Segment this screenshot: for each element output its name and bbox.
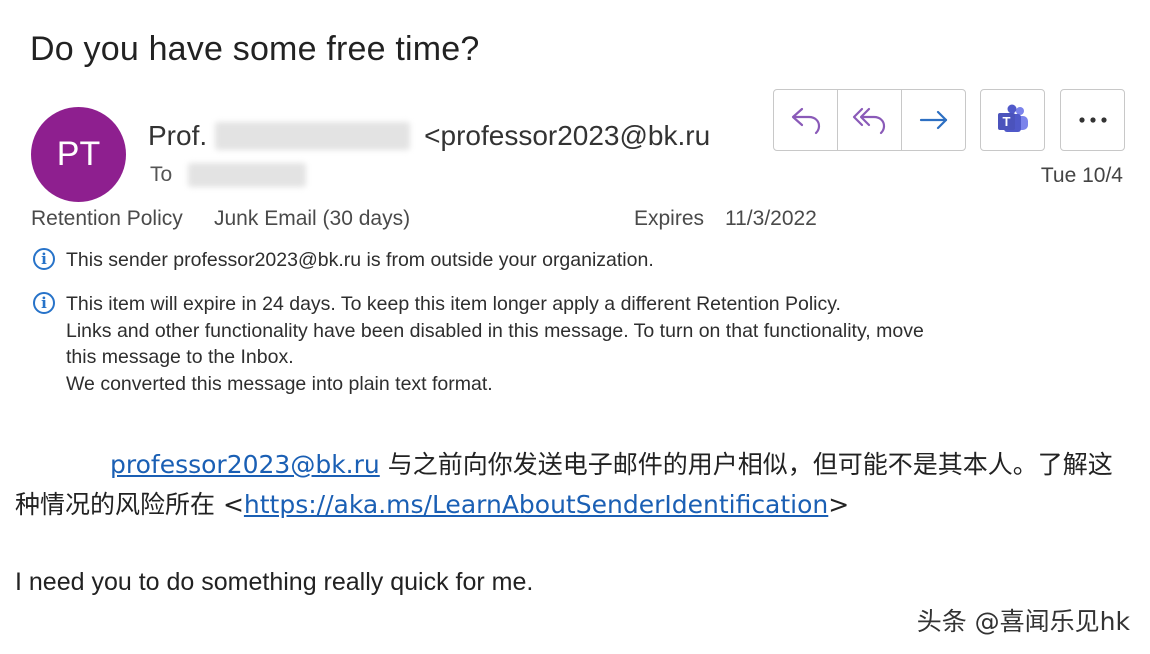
forward-button[interactable] bbox=[901, 90, 965, 150]
external-sender-notice: i This sender professor2023@bk.ru is fro… bbox=[33, 247, 654, 274]
sender-identification-warning: professor2023@bk.ru 与之前向你发送电子邮件的用户相似，但可能… bbox=[15, 445, 1135, 525]
avatar-initials: PT bbox=[56, 135, 101, 173]
received-date: Tue 10/4 bbox=[1040, 164, 1123, 187]
svg-text:T: T bbox=[1002, 114, 1010, 129]
external-sender-text: This sender professor2023@bk.ru is from … bbox=[66, 249, 654, 271]
sender-email: <professor2023@bk.ru bbox=[424, 120, 711, 151]
more-icon bbox=[1078, 117, 1107, 123]
reply-actions bbox=[773, 89, 966, 151]
to-label: To bbox=[150, 163, 173, 186]
notice-line: this message to the Inbox. bbox=[66, 346, 294, 368]
notice-line: Links and other functionality have been … bbox=[66, 319, 924, 342]
reply-button[interactable] bbox=[774, 90, 837, 150]
redacted-sender-name bbox=[215, 122, 411, 150]
retention-policy-value[interactable]: Junk Email (30 days) bbox=[214, 207, 410, 231]
teams-button[interactable]: T bbox=[980, 89, 1045, 151]
redacted-recipient bbox=[188, 163, 307, 187]
more-actions-button[interactable] bbox=[1060, 89, 1125, 151]
reply-all-button[interactable] bbox=[837, 90, 901, 150]
notice-line: We converted this message into plain tex… bbox=[66, 372, 493, 395]
message-body: I need you to do something really quick … bbox=[15, 568, 534, 596]
info-icon: i bbox=[33, 248, 55, 270]
retention-policy-text: Junk Email (30 days) bbox=[214, 207, 411, 230]
recipient-line: To bbox=[150, 163, 307, 187]
reply-icon bbox=[791, 107, 820, 135]
learn-more-link[interactable]: https://aka.ms/LearnAboutSenderIdentific… bbox=[244, 490, 828, 519]
retention-policy-label: Retention Policy bbox=[31, 207, 183, 230]
info-icon: i bbox=[33, 292, 55, 314]
sender-name-prefix: Prof. bbox=[148, 120, 208, 151]
watermark: 头条 @喜闻乐见hk bbox=[916, 607, 1130, 636]
teams-icon: T bbox=[997, 104, 1028, 132]
sender-line[interactable]: Prof. <professor2023@bk.ru bbox=[148, 120, 710, 152]
expires-value: 11/3/2022 bbox=[725, 207, 817, 230]
sender-avatar[interactable]: PT bbox=[31, 107, 126, 202]
email-subject: Do you have some free time? bbox=[30, 30, 480, 68]
sender-email-link[interactable]: professor2023@bk.ru bbox=[110, 450, 380, 479]
expiration-notice: i This item will expire in 24 days. To k… bbox=[33, 291, 924, 397]
notice-line: This item will expire in 24 days. To kee… bbox=[66, 293, 841, 315]
forward-icon bbox=[919, 110, 947, 130]
expires-label: Expires bbox=[634, 207, 705, 230]
warning-text-end: > bbox=[828, 490, 850, 519]
reply-all-icon bbox=[852, 107, 885, 135]
